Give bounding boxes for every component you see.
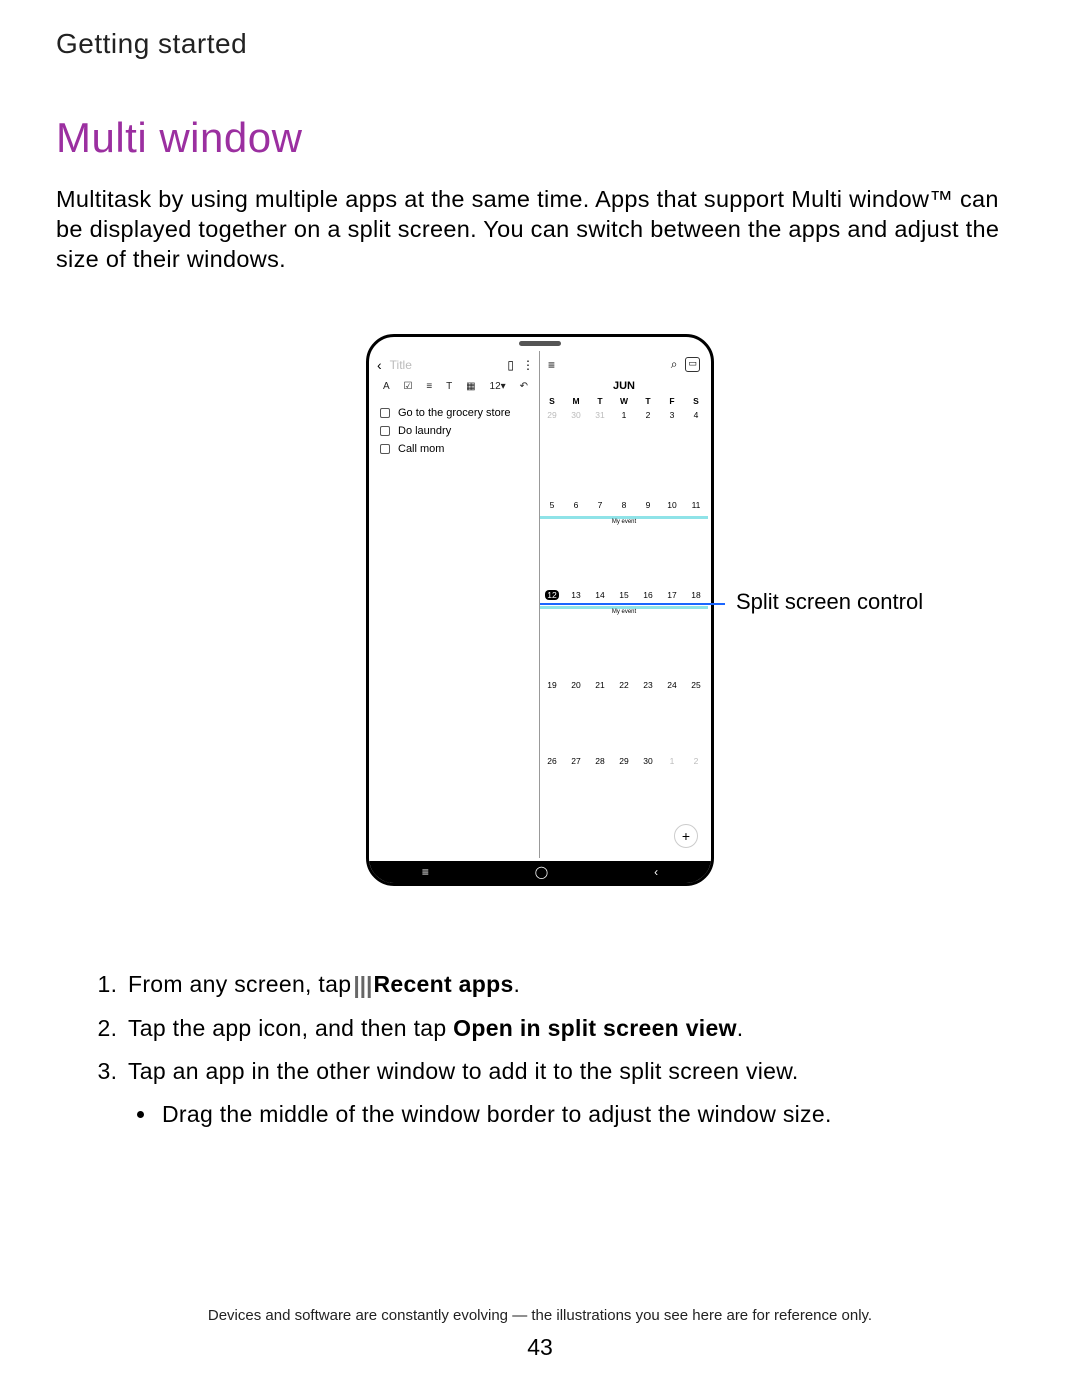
back-icon[interactable]: ‹ [654,865,658,879]
calendar-date[interactable]: 28 [588,754,612,766]
back-icon[interactable]: ‹ [377,357,382,373]
calendar-date[interactable]: 26 [540,754,564,766]
calendar-date[interactable]: 30 [564,408,588,420]
calendar-week: 2930311234 [540,408,708,498]
calendar-week: 567891011 My event [540,498,708,588]
recent-apps-icon[interactable]: ≡ [422,865,429,879]
step-1: From any screen, tap| | |Recent apps. [124,966,1024,1004]
phone-notch [519,341,561,346]
calendar-date[interactable]: 17 [660,588,684,600]
calendar-date[interactable]: 22 [612,678,636,690]
font-style-icon[interactable]: A [383,381,390,392]
menu-icon[interactable]: ≡ [548,358,555,372]
calendar-event[interactable]: My event [540,606,708,615]
calendar-date[interactable]: 1 [660,754,684,766]
calendar-week: 19202122232425 [540,678,708,754]
step-2: Tap the app icon, and then tap Open in s… [124,1010,1024,1047]
notes-title-placeholder[interactable]: Title [386,358,504,372]
calendar-pane: ≡ ⌕ ▭ JUN S M T W T F [540,351,708,858]
calendar-date[interactable]: 8 [612,498,636,510]
calendar-date[interactable]: 7 [588,498,612,510]
breadcrumb: Getting started [56,28,1024,60]
section-title: Multi window [56,114,1024,162]
recent-apps-inline-icon: | | | [351,967,373,1004]
phone-frame: ‹ Title ▯ ⋮ A ☑ ≡ T ▦ 12▾ ↶ [366,334,714,886]
calendar-date[interactable]: 25 [684,678,708,690]
calendar-date[interactable]: 16 [636,588,660,600]
calendar-month: JUN [540,376,708,396]
illustration: ‹ Title ▯ ⋮ A ☑ ≡ T ▦ 12▾ ↶ [56,334,1024,886]
phone-navbar: ≡ ◯ ‹ [369,861,711,883]
weekday-header: S M T W T F S [540,396,708,406]
today-icon[interactable]: ▭ [685,357,700,372]
calendar-date[interactable]: 3 [660,408,684,420]
calendar-date[interactable]: 31 [588,408,612,420]
checkbox-icon[interactable] [380,444,390,454]
calendar-date[interactable]: 18 [684,588,708,600]
notes-pane: ‹ Title ▯ ⋮ A ☑ ≡ T ▦ 12▾ ↶ [372,351,540,858]
add-event-fab[interactable]: + [674,824,698,848]
calendar-event[interactable]: My event [540,516,708,525]
instruction-steps: From any screen, tap| | |Recent apps. Ta… [56,966,1024,1132]
calendar-date[interactable]: 29 [540,408,564,420]
intro-paragraph: Multitask by using multiple apps at the … [56,184,1024,274]
calendar-date[interactable]: 24 [660,678,684,690]
calendar-date[interactable]: 11 [684,498,708,510]
calendar-date[interactable]: 30 [636,754,660,766]
checklist-icon[interactable]: ☑ [404,381,413,392]
checkbox-icon[interactable] [380,426,390,436]
calendar-date[interactable]: 1 [612,408,636,420]
search-icon[interactable]: ⌕ [671,357,678,372]
callout-line [540,603,725,605]
calendar-week: 262728293012 [540,754,708,784]
reader-icon[interactable]: ▯ [507,358,514,372]
list-icon[interactable]: ≡ [426,381,432,392]
calendar-date[interactable]: 19 [540,678,564,690]
calendar-date[interactable]: 2 [684,754,708,766]
calendar-date[interactable]: 27 [564,754,588,766]
calendar-date[interactable]: 2 [636,408,660,420]
calendar-date[interactable]: 20 [564,678,588,690]
checklist-item[interactable]: Do laundry [380,422,531,440]
calendar-date[interactable]: 13 [564,588,588,600]
calendar-date[interactable]: 9 [636,498,660,510]
home-icon[interactable]: ◯ [535,865,548,879]
undo-icon[interactable]: ↶ [520,381,528,392]
step-3: Tap an app in the other window to add it… [124,1053,1024,1133]
calendar-date[interactable]: 21 [588,678,612,690]
font-size-control[interactable]: 12▾ [490,381,506,392]
calendar-date[interactable]: 10 [660,498,684,510]
step-3-sub: Drag the middle of the window border to … [158,1096,1024,1133]
footnote: Devices and software are constantly evol… [0,1307,1080,1324]
checklist-item[interactable]: Go to the grocery store [380,404,531,422]
calendar-date[interactable]: 4 [684,408,708,420]
page-number: 43 [0,1334,1080,1361]
calendar-date[interactable]: 15 [612,588,636,600]
calendar-date[interactable]: 5 [540,498,564,510]
calendar-date[interactable]: 12 [540,588,564,600]
notes-toolbar: A ☑ ≡ T ▦ 12▾ ↶ [372,379,539,402]
text-icon[interactable]: T [446,381,452,392]
calendar-date[interactable]: 14 [588,588,612,600]
calendar-date[interactable]: 23 [636,678,660,690]
callout-label: Split screen control [736,589,923,615]
calendar-week: 12131415161718 My event [540,588,708,678]
grid-icon[interactable]: ▦ [466,381,475,392]
calendar-date[interactable]: 6 [564,498,588,510]
more-icon[interactable]: ⋮ [522,358,534,372]
calendar-date[interactable]: 29 [612,754,636,766]
checkbox-icon[interactable] [380,408,390,418]
checklist-item[interactable]: Call mom [380,440,531,458]
